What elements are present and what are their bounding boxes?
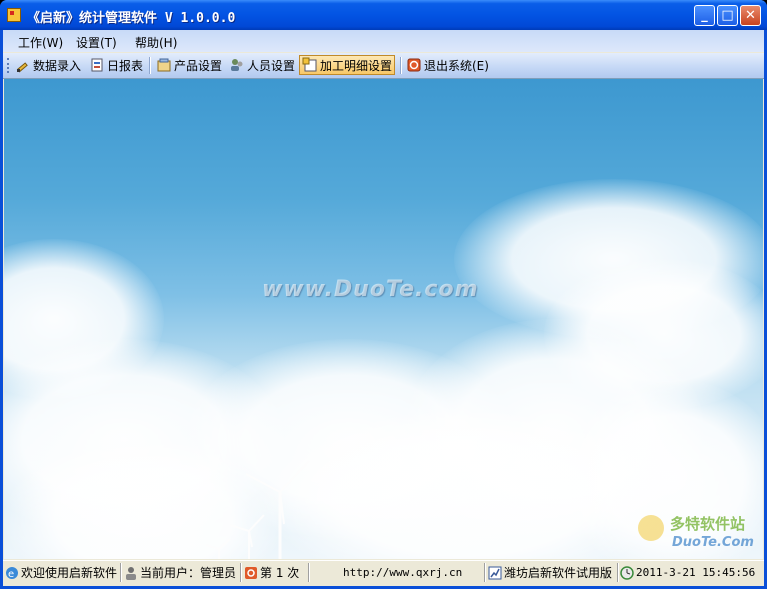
clock-icon bbox=[620, 565, 634, 580]
mascot-icon bbox=[638, 515, 664, 541]
maximize-button[interactable]: □ bbox=[717, 5, 738, 26]
menu-work[interactable]: 工作(W) bbox=[18, 34, 63, 51]
menu-bar: 工作(W) 设置(T) 帮助(H) bbox=[3, 30, 764, 52]
svg-text:e: e bbox=[8, 569, 14, 580]
status-user-text: 当前用户：管理员 bbox=[140, 566, 237, 580]
status-user: 当前用户：管理员 bbox=[124, 564, 236, 581]
status-welcome-text: 欢迎使用启新软件 bbox=[21, 566, 118, 580]
status-count-text: 第 1 次 bbox=[260, 566, 300, 580]
status-bar: e 欢迎使用启新软件 当前用户：管理员 第 1 次 http://www.qxr… bbox=[3, 560, 764, 584]
status-welcome: e 欢迎使用启新软件 bbox=[5, 564, 117, 581]
personnel-settings-label: 人员设置 bbox=[247, 58, 296, 73]
corner-logo-sub: DuoTe.Com bbox=[672, 535, 754, 550]
close-button[interactable]: ✕ bbox=[740, 5, 761, 26]
process-detail-icon bbox=[302, 57, 318, 73]
status-url[interactable]: http://www.qxrj.cn bbox=[343, 564, 462, 581]
exit-system-button[interactable]: 退出系统(E) bbox=[404, 55, 491, 75]
toolbar-separator bbox=[149, 57, 151, 74]
report-icon bbox=[89, 57, 105, 73]
title-bar[interactable]: 《启新》统计管理软件 V 1.0.0.0 _ □ ✕ bbox=[0, 0, 767, 30]
app-icon[interactable] bbox=[7, 8, 21, 22]
status-count: 第 1 次 bbox=[244, 564, 299, 581]
status-edition-text: 潍坊启新软件试用版 bbox=[504, 566, 613, 580]
toolbar-grip[interactable] bbox=[7, 58, 11, 73]
status-separator bbox=[240, 563, 242, 582]
status-separator bbox=[120, 563, 122, 582]
counter-icon bbox=[244, 566, 258, 580]
client-area: 工作(W) 设置(T) 帮助(H) 数据录入 日报表 产品设置 人员设置 加工明… bbox=[3, 30, 764, 586]
chart-icon bbox=[488, 566, 502, 580]
corner-logo: 多特软件站 DuoTe.Com bbox=[634, 509, 759, 557]
window-title: 《启新》统计管理软件 V 1.0.0.0 bbox=[27, 11, 236, 26]
product-settings-icon bbox=[156, 57, 172, 73]
status-edition: 潍坊启新软件试用版 bbox=[488, 564, 612, 581]
toolbar-separator bbox=[400, 57, 402, 74]
personnel-settings-button[interactable]: 人员设置 bbox=[227, 55, 297, 75]
pencil-icon bbox=[15, 57, 31, 73]
people-icon bbox=[229, 57, 245, 73]
menu-help[interactable]: 帮助(H) bbox=[135, 34, 177, 51]
daily-report-label: 日报表 bbox=[107, 58, 144, 73]
exit-system-label: 退出系统(E) bbox=[424, 58, 489, 73]
data-entry-button[interactable]: 数据录入 bbox=[13, 55, 83, 75]
app-window: 《启新》统计管理软件 V 1.0.0.0 _ □ ✕ 工作(W) 设置(T) 帮… bbox=[0, 0, 767, 589]
background-sky-image: www.DuoTe.com 多特软件站 DuoTe.Com bbox=[4, 79, 763, 559]
exit-icon bbox=[406, 57, 422, 73]
ie-icon: e bbox=[5, 566, 19, 580]
minimize-button[interactable]: _ bbox=[694, 5, 715, 26]
user-icon bbox=[124, 566, 138, 580]
status-datetime: 2011-3-21 15:45:56 bbox=[620, 564, 755, 581]
product-settings-label: 产品设置 bbox=[174, 58, 223, 73]
watermark-text: www.DuoTe.com bbox=[262, 277, 479, 302]
toolbar: 数据录入 日报表 产品设置 人员设置 加工明细设置 退出系统(E) bbox=[3, 53, 764, 79]
corner-logo-text: 多特软件站 bbox=[670, 515, 746, 533]
process-detail-settings-button[interactable]: 加工明细设置 bbox=[299, 55, 396, 75]
status-datetime-text: 2011-3-21 15:45:56 bbox=[636, 566, 756, 579]
product-settings-button[interactable]: 产品设置 bbox=[154, 55, 224, 75]
status-separator bbox=[617, 563, 619, 582]
daily-report-button[interactable]: 日报表 bbox=[87, 55, 145, 75]
status-separator bbox=[308, 563, 310, 582]
data-entry-label: 数据录入 bbox=[33, 58, 82, 73]
menu-settings[interactable]: 设置(T) bbox=[76, 34, 117, 51]
process-detail-settings-label: 加工明细设置 bbox=[320, 58, 393, 73]
wind-turbines bbox=[205, 460, 310, 559]
status-separator bbox=[484, 563, 486, 582]
